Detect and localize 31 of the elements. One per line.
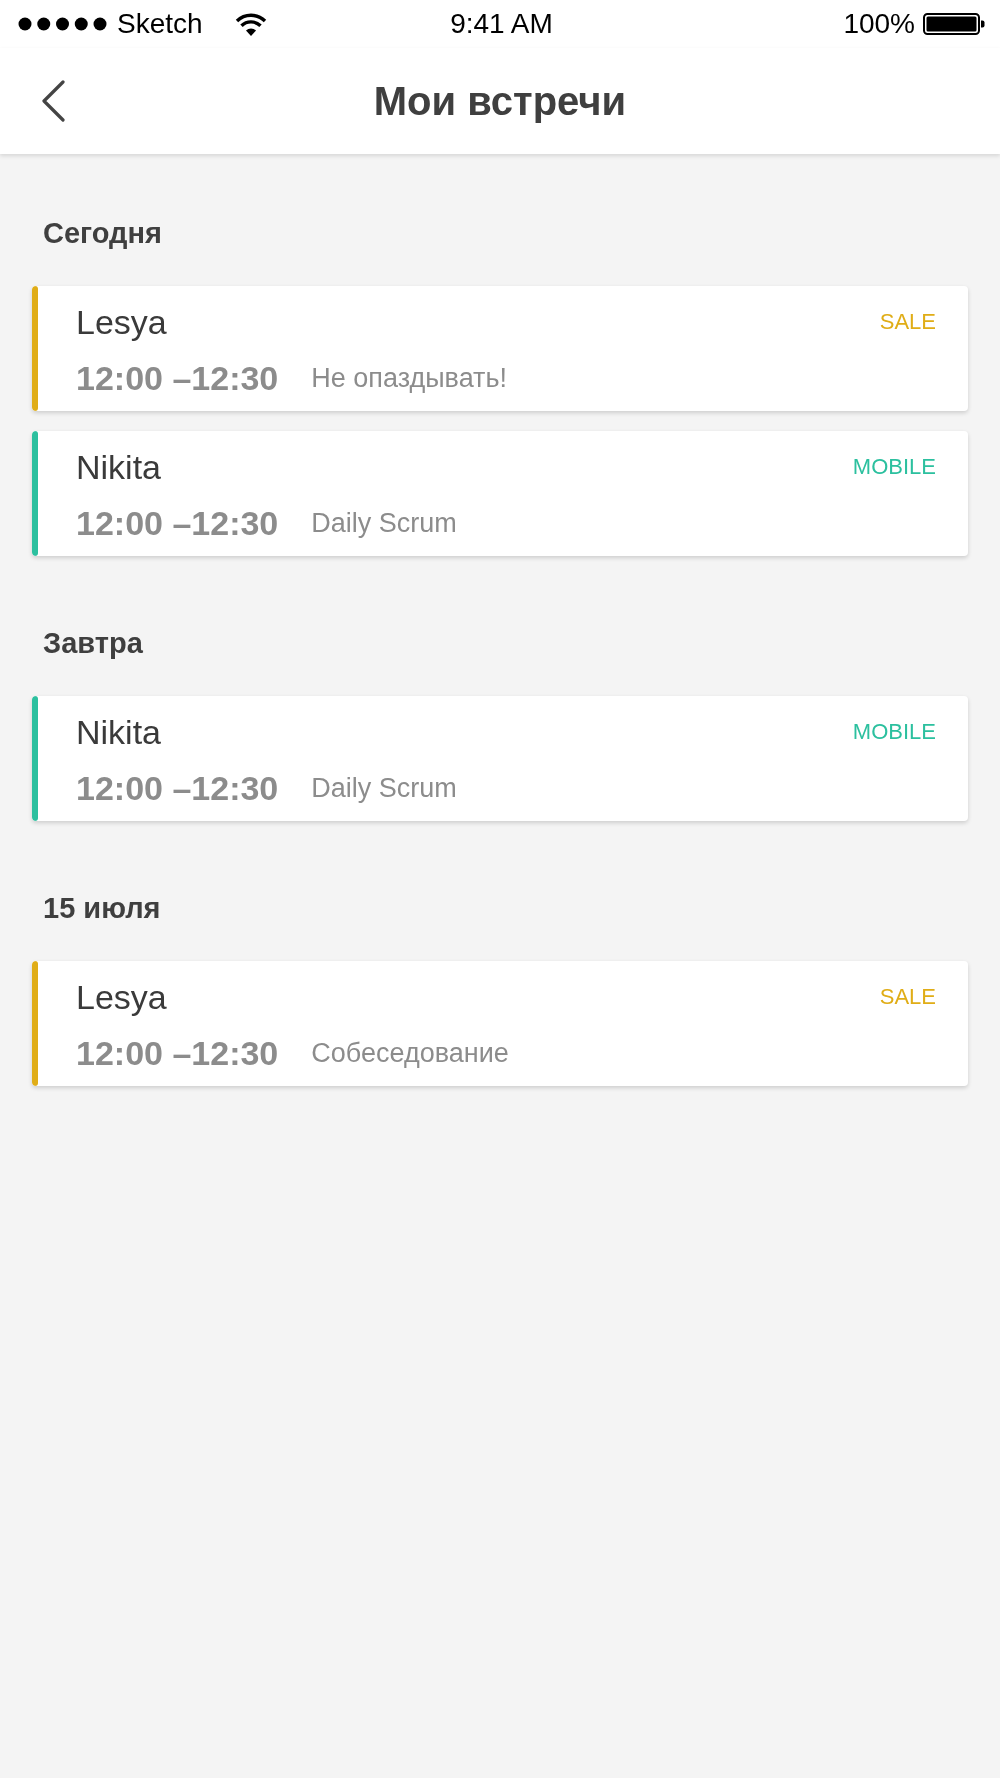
signal-dots-icon [18,17,107,31]
chevron-left-icon [40,80,66,122]
category-tag: SALE [879,302,936,342]
date-heading: Завтра [43,626,143,660]
battery-icon [923,13,985,35]
carrier-name: Sketch [117,8,203,40]
meeting-time: 12:00 –12:30 [76,1033,279,1073]
category-tag: MOBILE [852,712,936,752]
meeting-card[interactable]: Lesya SALE 12:00 –12:30 Не опаздывать! [32,286,968,411]
meeting-time: 12:00 –12:30 [76,768,279,808]
meeting-note: Daily Scrum [311,507,457,539]
status-time: 9:41 AM [450,8,553,40]
meeting-card[interactable]: Nikita MOBILE 12:00 –12:30 Daily Scrum [32,431,968,556]
meeting-note: Не опаздывать! [311,362,507,394]
person-name: Nikita [76,713,162,751]
meeting-card[interactable]: Lesya SALE 12:00 –12:30 Собеседование [32,961,968,1086]
meeting-note: Собеседование [311,1037,509,1069]
meeting-card[interactable]: Nikita MOBILE 12:00 –12:30 Daily Scrum [32,696,968,821]
date-heading: 15 июля [43,891,161,925]
wifi-icon [234,12,267,36]
meeting-time: 12:00 –12:30 [76,358,279,398]
person-name: Lesya [76,303,167,341]
date-heading: Сегодня [43,216,162,250]
screen-title: Мои встречи [373,78,627,124]
category-tag: MOBILE [852,447,936,487]
battery-percent: 100% [843,8,915,40]
person-name: Nikita [76,448,162,486]
meeting-time: 12:00 –12:30 [76,503,279,543]
person-name: Lesya [76,978,167,1016]
category-tag: SALE [879,977,936,1017]
meeting-note: Daily Scrum [311,772,457,804]
